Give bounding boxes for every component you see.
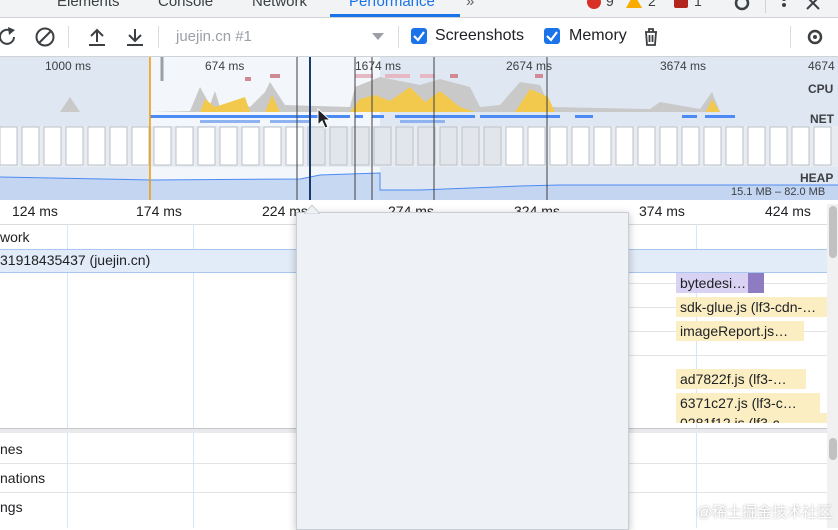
active-tab-indicator [330,14,460,17]
warning-icon[interactable] [626,0,642,8]
request-label: bytedesi… [680,275,747,291]
checkmark-icon [546,31,558,42]
heap-range: 15.1 MB – 82.0 MB [731,186,826,198]
network-request-bar[interactable]: sdk-glue.js (lf3-cdn-… [676,297,827,317]
popover-arrow [304,204,320,214]
heap-label: HEAP [800,171,834,185]
network-request-bar[interactable]: imageReport.js… [676,321,804,341]
overview-tick: 674 ms [205,59,245,73]
timeline-overview[interactable]: 1000 ms 674 ms 1674 ms 2674 ms 3674 ms 4… [0,57,838,200]
overview-tick: 2674 ms [506,59,553,73]
ruler-tick: 124 ms [12,203,58,219]
net-label: NET [810,112,834,126]
network-request-bar-clipped[interactable]: 0281f12.js (lf3-c… [676,413,827,423]
performance-toolbar: juejin.cn #1 Screenshots Memory [0,18,838,57]
request-label: ad7822f.js (lf3-… [680,371,787,387]
network-track-label[interactable]: work [0,229,30,245]
memory-label[interactable]: Memory [569,27,627,45]
request-label-box: 0281f12.js (lf3-c… [676,413,827,423]
frames-track-label[interactable]: nes [0,441,23,457]
overview-tick: 4674 [808,59,835,73]
recording-select-value: juejin.cn #1 [176,28,252,45]
close-icon[interactable] [805,0,821,11]
toolbar-divider [790,26,791,48]
animations-track-label[interactable]: nations [0,470,45,486]
toolbar-divider [398,26,399,48]
toolbar-divider [68,26,69,48]
recording-select[interactable]: juejin.cn #1 [168,24,390,50]
more-vert-icon[interactable] [775,0,793,14]
error-icon[interactable] [587,0,601,9]
request-label: imageReport.js… [680,323,789,339]
network-request-bar[interactable]: ad7822f.js (lf3-… [676,369,806,389]
timings-track-label[interactable]: ngs [0,499,23,515]
scrollbar-thumb[interactable] [829,206,837,258]
overview-tick: 3674 ms [660,59,707,73]
download-icon[interactable] [124,26,146,48]
info-icon[interactable] [674,0,688,8]
toolbar-divider [158,26,159,48]
reload-icon[interactable] [0,26,18,48]
chevron-down-icon [372,33,384,40]
mouse-cursor-icon [317,108,331,129]
scrollbar-thumb[interactable] [829,438,837,460]
gear-icon[interactable] [732,0,752,13]
request-label: 6371c27.js (lf3-c… [680,395,797,411]
warning-count[interactable]: 2 [648,0,656,9]
network-request-bar[interactable]: 6371c27.js (lf3-c… [676,393,820,413]
more-tabs-icon[interactable]: » [466,0,474,10]
tab-network[interactable]: Network [252,0,307,10]
tabbar-divider [765,0,766,13]
upload-icon[interactable] [86,26,108,48]
network-request-bar[interactable]: bytedesi… [676,273,752,293]
ruler-tick: 174 ms [136,203,182,219]
clear-icon[interactable] [34,26,56,48]
ruler-tick: 374 ms [639,203,685,219]
screenshots-checkbox[interactable] [411,28,427,44]
info-count[interactable]: 1 [694,0,702,9]
screenshot-preview-popover [296,212,629,530]
memory-checkbox[interactable] [544,28,560,44]
request-download-bar [748,273,764,293]
tab-console[interactable]: Console [158,0,213,10]
screenshots-label[interactable]: Screenshots [435,27,524,45]
capture-settings-gear-icon[interactable] [804,26,826,48]
trash-icon[interactable] [640,26,662,48]
request-label: 0281f12.js (lf3-c… [680,415,794,423]
request-label: sdk-glue.js (lf3-cdn-… [680,299,817,315]
error-count[interactable]: 9 [606,0,614,9]
row-divider [627,355,827,356]
checkmark-icon [413,31,425,42]
overview-tick: 1674 ms [355,59,402,73]
watermark: @稀土掘金技术社区 [696,504,832,521]
overview-tick: 1000 ms [45,59,92,73]
cpu-label: CPU [808,82,834,96]
ruler-tick: 424 ms [765,203,811,219]
overview-graphs [0,57,838,200]
tab-performance[interactable]: Performance [349,0,435,10]
tab-elements[interactable]: Elements [57,0,120,10]
main-request-label: 3191843543​7 (juejin.cn) [0,252,151,268]
